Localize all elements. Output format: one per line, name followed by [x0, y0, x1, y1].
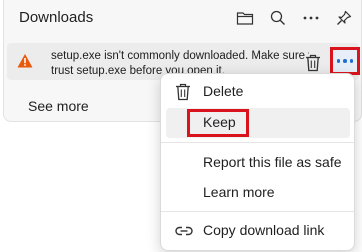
warning-line-1: setup.exe isn't commonly downloaded. Mak…	[51, 50, 309, 62]
menu-item-delete[interactable]: Delete	[161, 77, 354, 107]
menu-label-delete: Delete	[203, 83, 244, 99]
trash-icon	[175, 83, 193, 101]
pin-icon[interactable]	[332, 6, 356, 30]
keep-highlight-box	[187, 109, 249, 137]
more-options-icon[interactable]	[299, 6, 323, 30]
warning-icon	[17, 53, 33, 69]
menu-label-copy-link: Copy download link	[203, 222, 325, 238]
menu-divider	[161, 211, 354, 212]
more-actions-icon	[336, 59, 354, 63]
download-context-menu: Delete Keep Report this file as safe Lea…	[160, 73, 355, 251]
menu-divider	[161, 142, 354, 143]
link-icon	[175, 222, 193, 240]
more-actions-button[interactable]	[330, 47, 360, 75]
menu-item-copy-link[interactable]: Copy download link	[161, 216, 354, 246]
folder-icon[interactable]	[233, 6, 257, 30]
search-icon[interactable]	[266, 6, 290, 30]
menu-label-learn: Learn more	[203, 184, 275, 200]
panel-title: Downloads	[19, 9, 94, 26]
trash-icon[interactable]	[301, 51, 325, 75]
menu-item-report-safe[interactable]: Report this file as safe	[161, 148, 354, 178]
menu-item-learn-more[interactable]: Learn more	[161, 178, 354, 208]
see-more-link[interactable]: See more	[28, 98, 89, 114]
menu-label-report: Report this file as safe	[203, 154, 342, 170]
